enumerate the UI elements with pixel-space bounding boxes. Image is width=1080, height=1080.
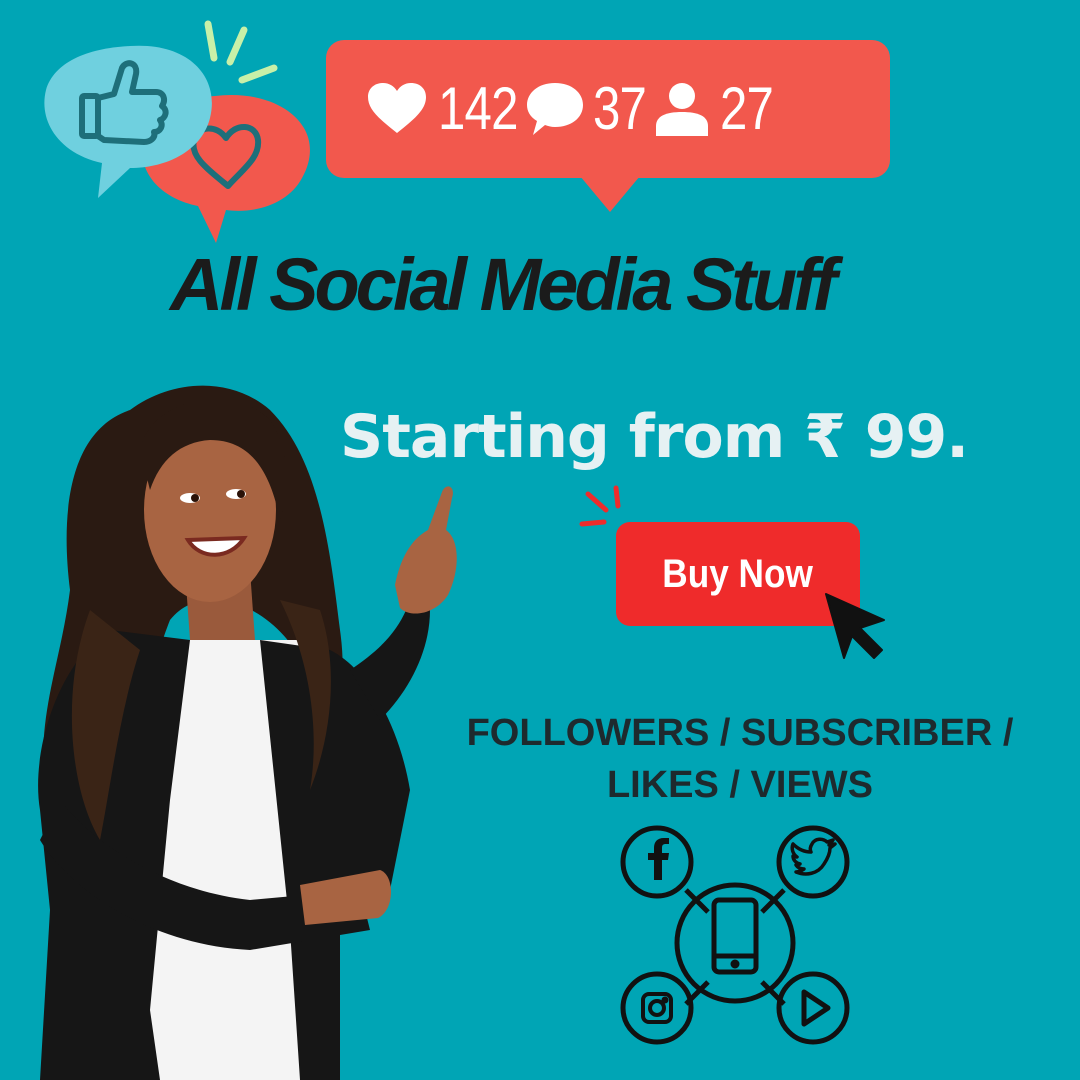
comment-icon xyxy=(527,83,584,135)
instagram-icon xyxy=(641,992,673,1024)
buy-now-label: Buy Now xyxy=(662,551,814,596)
comments-count: 37 xyxy=(593,75,647,142)
woman-pointing-photo xyxy=(38,385,457,1080)
smartphone-icon xyxy=(711,897,759,975)
play-icon xyxy=(801,989,831,1027)
likes-stat: 142 xyxy=(368,79,535,139)
reaction-bubbles xyxy=(44,20,310,244)
cursor-icon xyxy=(825,593,885,659)
facebook-icon xyxy=(648,838,669,880)
social-network-graphic xyxy=(620,825,850,1045)
headline: All Social Media Stuff xyxy=(170,243,837,326)
followers-count: 27 xyxy=(719,75,774,142)
likes-count: 142 xyxy=(438,75,518,142)
accent-strokes xyxy=(204,20,278,84)
notification-tail xyxy=(580,176,640,212)
heart-icon xyxy=(368,83,426,133)
notification-pill: 142 37 27 xyxy=(326,40,890,178)
followers-stat: 27 xyxy=(654,79,785,139)
services-line-1: FOLLOWERS / SUBSCRIBER / xyxy=(466,712,1014,754)
user-icon xyxy=(655,83,708,136)
comments-stat: 37 xyxy=(525,79,658,139)
services-line-2: LIKES / VIEWS xyxy=(606,764,874,806)
twitter-icon xyxy=(790,837,837,876)
